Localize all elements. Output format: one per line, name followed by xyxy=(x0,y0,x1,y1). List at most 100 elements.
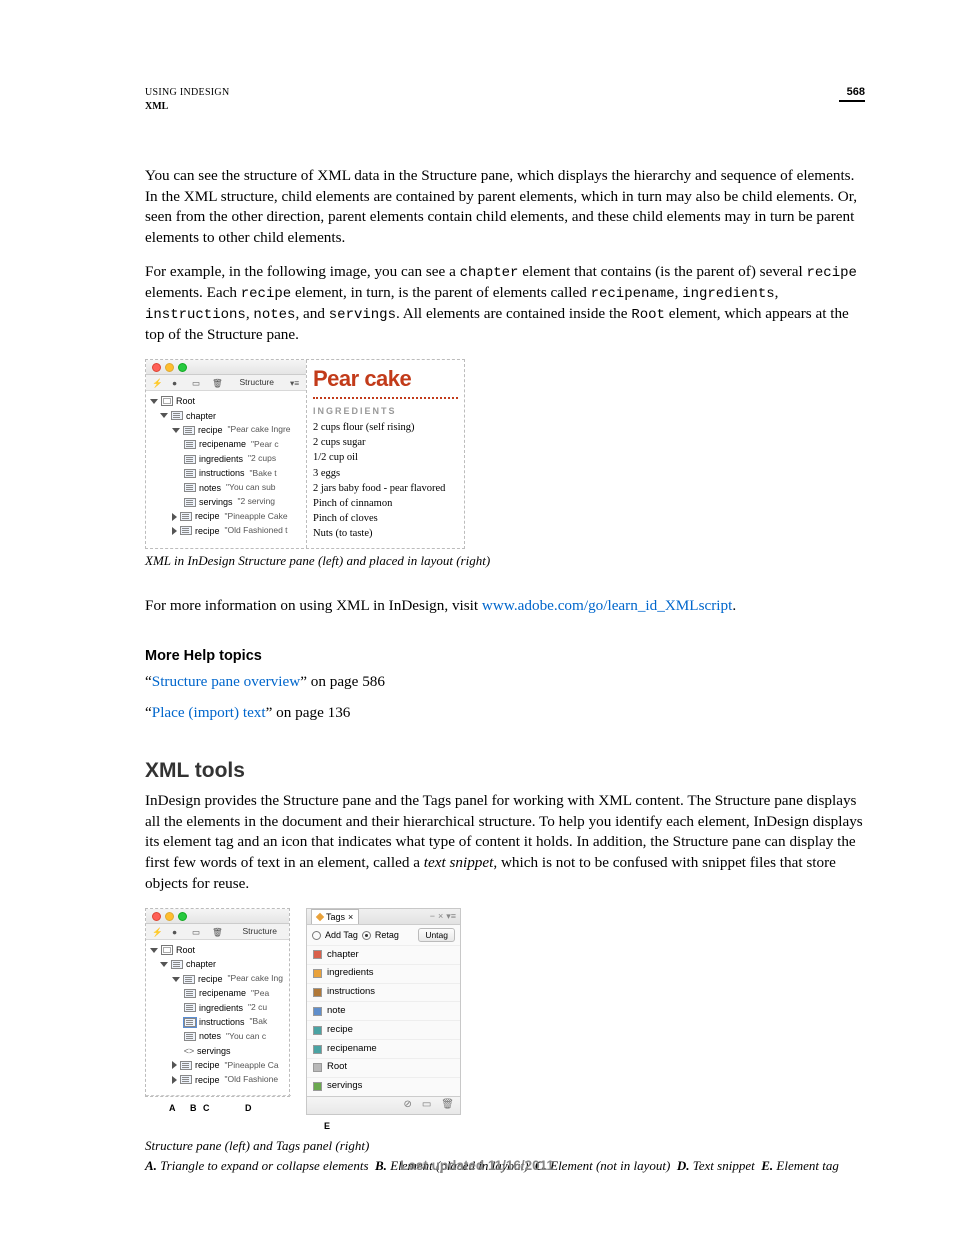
tree-label: Root xyxy=(176,943,195,957)
tree-recipe[interactable]: recipe"Old Fashione xyxy=(150,1073,285,1087)
panel-menu-icon[interactable]: ▾≡ xyxy=(290,378,300,388)
disclosure-triangle-icon[interactable] xyxy=(150,948,158,953)
paragraph-intro: You can see the structure of XML data in… xyxy=(145,166,865,248)
tag-name: ingredients xyxy=(327,967,373,980)
link-icon[interactable]: ⊘ xyxy=(403,1098,411,1112)
tree-chapter[interactable]: chapter xyxy=(150,409,302,423)
tree-instructions[interactable]: instructions"Bake t xyxy=(150,466,302,480)
tag-name: servings xyxy=(327,1080,362,1093)
disclosure-triangle-icon[interactable] xyxy=(172,428,180,433)
tag-row[interactable]: chapter xyxy=(307,945,460,964)
trash-icon[interactable]: 🗑 xyxy=(441,1098,454,1112)
disclosure-triangle-icon[interactable] xyxy=(172,1061,177,1069)
more-help-heading: More Help topics xyxy=(145,647,865,667)
disclosure-triangle-icon[interactable] xyxy=(172,977,180,982)
structure-pane: ⚡ ● ▭ 🗑 Structure ▾≡ Root chapter recipe… xyxy=(146,360,306,548)
tab-label: Tags xyxy=(326,911,345,923)
tag-row[interactable]: instructions xyxy=(307,983,460,1002)
trash-icon[interactable]: 🗑 xyxy=(212,378,222,388)
tags-controls: Add Tag Retag Untag xyxy=(307,925,460,945)
zoom-icon[interactable] xyxy=(178,912,187,921)
close-icon[interactable]: × xyxy=(438,910,443,922)
tree-label: recipe xyxy=(198,972,223,986)
tree-root[interactable]: Root xyxy=(150,943,285,957)
close-icon[interactable] xyxy=(152,912,161,921)
minimize-icon[interactable] xyxy=(165,363,174,372)
ingredient-line: Pinch of cinnamon xyxy=(313,497,458,511)
tree-recipe[interactable]: recipe"Old Fashioned t xyxy=(150,524,302,538)
page-icon[interactable]: ▭ xyxy=(192,927,202,937)
text-snippet: "Pear cake Ing xyxy=(228,972,283,986)
tree-label: ingredients xyxy=(199,1001,243,1015)
zoom-icon[interactable] xyxy=(178,363,187,372)
text: “ xyxy=(145,704,152,721)
lightning-icon[interactable]: ⚡ xyxy=(152,927,162,937)
tag-row[interactable]: note xyxy=(307,1001,460,1020)
paragraph-more-info: For more information on using XML in InD… xyxy=(145,596,865,617)
close-icon[interactable] xyxy=(152,363,161,372)
text-snippet: "2 cups xyxy=(248,452,276,466)
panel-menu-icon[interactable]: ▾≡ xyxy=(446,910,456,922)
text-snippet: "You can c xyxy=(226,1030,266,1044)
disclosure-triangle-icon[interactable] xyxy=(172,513,177,521)
minimize-icon[interactable] xyxy=(165,912,174,921)
layout-preview: Pear cake INGREDIENTS 2 cups flour (self… xyxy=(306,360,464,548)
disclosure-triangle-icon[interactable] xyxy=(172,1076,177,1084)
tag-row[interactable]: Root xyxy=(307,1058,460,1077)
disclosure-triangle-icon[interactable] xyxy=(172,527,177,535)
tree-root[interactable]: Root xyxy=(150,394,302,408)
text: element, in turn, is the parent of eleme… xyxy=(291,284,590,301)
tree-ingredients[interactable]: ingredients"2 cups xyxy=(150,452,302,466)
add-tag-radio[interactable] xyxy=(312,931,321,940)
text-snippet: "Pea xyxy=(251,987,269,1001)
tree-ingredients[interactable]: ingredients"2 cu xyxy=(150,1001,285,1015)
tree-chapter[interactable]: chapter xyxy=(150,957,285,971)
dot-icon[interactable]: ● xyxy=(172,378,182,388)
tree-servings[interactable]: servings"2 serving xyxy=(150,495,302,509)
tree-notes[interactable]: notes"You can sub xyxy=(150,481,302,495)
tree-recipe[interactable]: recipe"Pineapple Ca xyxy=(150,1058,285,1072)
xml-script-link[interactable]: www.adobe.com/go/learn_id_XMLscript xyxy=(482,597,732,614)
root-icon xyxy=(161,945,173,955)
untag-button[interactable]: Untag xyxy=(418,928,455,942)
tag-row[interactable]: ingredients xyxy=(307,964,460,983)
text: ” on page 586 xyxy=(300,673,385,690)
dot-icon[interactable]: ● xyxy=(172,927,182,937)
figure-structure-and-tags: ⚡ ● ▭ 🗑 Structure Root chapter recipe"Pe… xyxy=(145,908,865,1175)
tags-tab[interactable]: Tags× xyxy=(311,909,359,924)
tag-row[interactable]: recipe xyxy=(307,1020,460,1039)
disclosure-triangle-icon[interactable] xyxy=(160,962,168,967)
tree-notes[interactable]: notes"You can c xyxy=(150,1029,285,1043)
close-tab-icon[interactable]: × xyxy=(348,911,353,923)
tree-servings[interactable]: <>servings xyxy=(150,1044,285,1058)
element-icon xyxy=(184,989,196,998)
header-section: XML xyxy=(145,100,229,114)
place-import-text-link[interactable]: Place (import) text xyxy=(152,704,266,721)
text-snippet: "Old Fashione xyxy=(225,1073,279,1087)
callout-A: A xyxy=(169,1102,176,1114)
tree-recipename[interactable]: recipename"Pea xyxy=(150,986,285,1000)
text-snippet: "Pear c xyxy=(251,438,279,452)
trash-icon[interactable]: 🗑 xyxy=(212,927,222,937)
text: elements. Each xyxy=(145,284,241,301)
tree-recipe[interactable]: recipe"Pear cake Ingre xyxy=(150,423,302,437)
minimize-icon[interactable]: − xyxy=(430,910,435,922)
structure-pane-overview-link[interactable]: Structure pane overview xyxy=(152,673,300,690)
disclosure-triangle-icon[interactable] xyxy=(150,399,158,404)
new-tag-icon[interactable]: ▭ xyxy=(422,1098,431,1112)
tree-recipename[interactable]: recipename"Pear c xyxy=(150,437,302,451)
tree-recipe[interactable]: recipe "Pear cake Ing xyxy=(150,972,285,986)
element-icon xyxy=(180,1075,192,1084)
lightning-icon[interactable]: ⚡ xyxy=(152,378,162,388)
tree-label: instructions xyxy=(199,466,245,480)
tag-row[interactable]: servings xyxy=(307,1077,460,1096)
disclosure-triangle-icon[interactable] xyxy=(160,413,168,418)
tag-row[interactable]: recipename xyxy=(307,1039,460,1058)
text: element that contains (is the parent of)… xyxy=(518,263,806,280)
retag-radio[interactable] xyxy=(362,931,371,940)
tree-instructions[interactable]: instructions"Bak xyxy=(150,1015,285,1029)
tree-recipe[interactable]: recipe"Pineapple Cake xyxy=(150,509,302,523)
xml-tools-paragraph: InDesign provides the Structure pane and… xyxy=(145,791,865,894)
code-chapter: chapter xyxy=(460,265,519,281)
page-icon[interactable]: ▭ xyxy=(192,378,202,388)
